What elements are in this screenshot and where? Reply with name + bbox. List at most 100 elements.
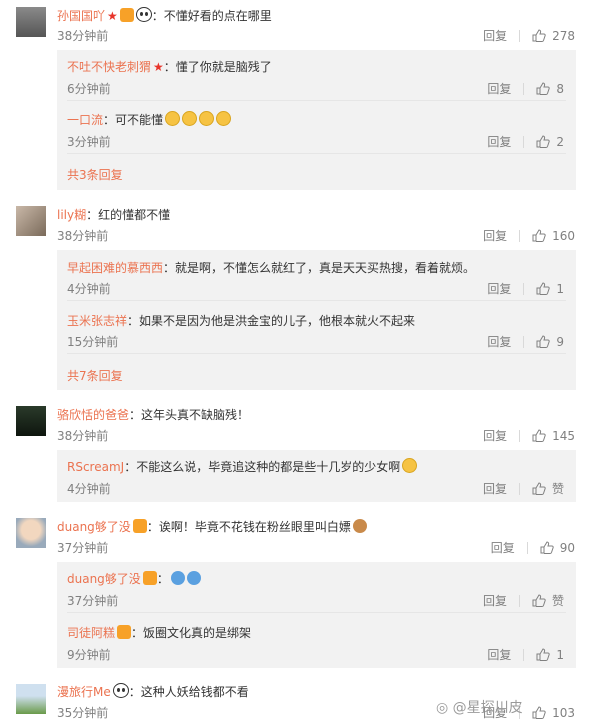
like-button[interactable]: 1	[536, 648, 564, 662]
comment-author[interactable]: 骆欣恬的爸爸	[57, 408, 129, 422]
reply-text: ：懂了你就是脑残了	[163, 60, 272, 74]
avatar[interactable]	[16, 7, 46, 37]
avatar[interactable]	[16, 684, 46, 714]
divider	[523, 335, 525, 348]
panda-icon	[112, 683, 129, 698]
reply-author[interactable]: 早起困难的慕西西	[67, 261, 163, 275]
reply-button[interactable]: 回复	[487, 333, 511, 350]
panda-icon	[135, 7, 152, 22]
like-button[interactable]: 8	[536, 82, 564, 96]
like-count: 160	[552, 228, 575, 243]
divider	[67, 153, 566, 154]
divider	[519, 429, 521, 442]
reply-author[interactable]: 不吐不快老刺猬	[67, 60, 151, 74]
reply-button[interactable]: 回复	[483, 480, 507, 497]
reply-button[interactable]: 回复	[483, 427, 507, 444]
reply-box: 不吐不快老刺猬 ★：懂了你就是脑残了 6分钟前 回复 8 一口流：可不能懂 3分钟…	[57, 50, 576, 190]
reply-time: 4分钟前	[67, 282, 111, 296]
like-button[interactable]: 赞	[532, 592, 564, 609]
reply-button[interactable]: 回复	[487, 133, 511, 150]
like-count: 90	[559, 540, 575, 555]
divider	[518, 594, 520, 607]
thumbs-up-icon	[536, 335, 551, 348]
reply-time: 6分钟前	[67, 82, 111, 96]
like-count: 赞	[551, 594, 564, 608]
vip-badge-icon	[117, 625, 132, 639]
comment-text: ：红的懂都不懂	[86, 208, 171, 222]
like-button[interactable]: 145	[532, 429, 575, 443]
like-button[interactable]: 2	[536, 135, 564, 149]
star-icon: ★	[107, 9, 118, 23]
comment-author[interactable]: 孙国国吖	[57, 9, 105, 23]
divider	[523, 82, 525, 95]
reply-button[interactable]: 回复	[483, 27, 507, 44]
laugh-cry-emoji-icon	[165, 111, 181, 126]
comment-time: 38分钟前	[57, 29, 109, 43]
like-button[interactable]: 赞	[532, 480, 564, 497]
laugh-cry-emoji-icon	[182, 111, 198, 126]
more-replies-link[interactable]: 共7条回复	[67, 367, 123, 384]
watermark-text: @星探川皮	[452, 700, 523, 716]
reply-button[interactable]: 回复	[491, 539, 515, 556]
reply-time: 4分钟前	[67, 482, 111, 496]
avatar[interactable]	[16, 206, 46, 236]
like-count: 1	[556, 281, 564, 296]
comment-text: ：这年头真不缺脑残！	[129, 408, 250, 422]
like-count: 2	[556, 134, 564, 149]
reply-button[interactable]: 回复	[487, 80, 511, 97]
reply-author[interactable]: 一口流	[67, 113, 103, 127]
thumbs-up-icon	[536, 282, 551, 295]
thumbs-up-icon	[532, 706, 546, 719]
divider	[67, 612, 566, 613]
wink-emoji-icon	[402, 458, 418, 473]
reply-button[interactable]: 回复	[487, 280, 511, 297]
comment-text: ：不懂好看的点在哪里	[151, 9, 272, 23]
like-button[interactable]: 90	[540, 541, 575, 555]
like-button[interactable]: 9	[536, 335, 564, 349]
like-button[interactable]: 103	[532, 706, 575, 720]
vip-badge-icon	[142, 571, 157, 585]
cheer-emoji-icon	[186, 571, 201, 585]
reply-author[interactable]: 玉米张志祥	[67, 314, 127, 328]
divider	[67, 300, 566, 301]
like-count: 1	[556, 647, 564, 662]
comment-text: ：这种人妖给钱都不看	[128, 685, 249, 699]
thumbs-up-icon	[532, 29, 546, 42]
like-count: 103	[552, 705, 575, 720]
reply-text: ：如果不是因为他是洪金宝的儿子，他根本就火不起来	[127, 314, 416, 328]
reply-time: 9分钟前	[67, 648, 111, 662]
thumbs-up-icon	[540, 541, 554, 554]
reply-author[interactable]: duang够了没	[67, 572, 141, 586]
divider	[518, 482, 520, 495]
divider	[519, 229, 521, 242]
reply-author[interactable]: 司徒阿糕	[67, 626, 115, 640]
reply-button[interactable]: 回复	[483, 592, 507, 609]
more-replies-link[interactable]: 共3条回复	[67, 166, 123, 183]
divider	[67, 353, 566, 354]
avatar[interactable]	[16, 518, 46, 548]
reply-button[interactable]: 回复	[487, 646, 511, 663]
comment-text: ：诶啊！毕竟不花钱在粉丝眼里叫白嫖	[146, 520, 351, 534]
like-button[interactable]: 1	[536, 282, 564, 296]
thumbs-up-icon	[536, 648, 551, 661]
thumbs-up-icon	[536, 135, 551, 148]
comment-author[interactable]: 漫旅行Me	[57, 685, 111, 699]
reply-box: 早起困难的慕西西：就是啊，不懂怎么就红了，真是天天买热搜，看着就烦。 4分钟前 …	[57, 250, 576, 390]
comment-time: 35分钟前	[57, 706, 109, 720]
comment-author[interactable]: duang够了没	[57, 520, 131, 534]
like-button[interactable]: 278	[532, 29, 575, 43]
reply-text: ：饭圈文化真的是绑架	[131, 626, 252, 640]
weibo-icon: ◎	[436, 700, 449, 716]
reply-time: 3分钟前	[67, 135, 111, 149]
like-button[interactable]: 160	[532, 229, 575, 243]
like-count: 278	[552, 28, 575, 43]
avatar[interactable]	[16, 406, 46, 436]
reply-time: 15分钟前	[67, 335, 119, 349]
thumbs-up-icon	[532, 229, 546, 242]
reply-text: ：可不能懂	[103, 113, 164, 127]
comment-author[interactable]: lily糊	[57, 208, 86, 222]
reply-button[interactable]: 回复	[483, 227, 507, 244]
reply-author[interactable]: RScreamJ	[67, 460, 124, 474]
like-count: 9	[556, 334, 564, 349]
comment-time: 38分钟前	[57, 429, 109, 443]
